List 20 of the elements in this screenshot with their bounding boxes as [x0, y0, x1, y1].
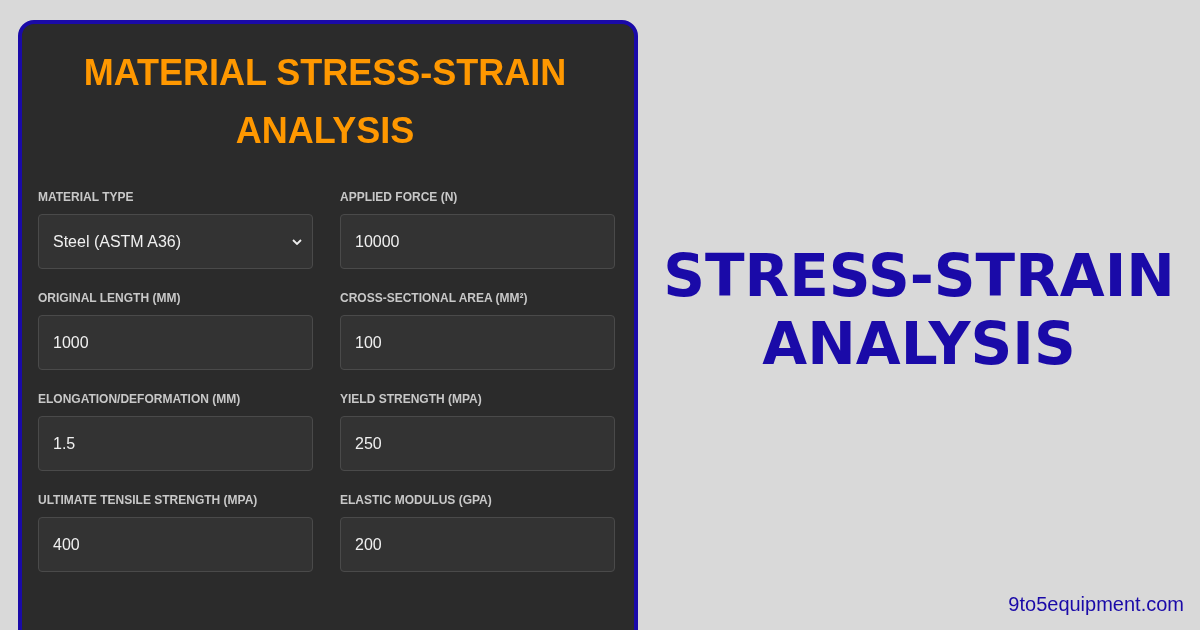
input-field[interactable]: 1.5	[38, 416, 313, 471]
input-field[interactable]: 1000	[38, 315, 313, 370]
input-field[interactable]: 100	[340, 315, 615, 370]
field-label: CROSS-SECTIONAL AREA (MM²)	[340, 291, 529, 305]
field-label: ORIGINAL LENGTH (MM)	[38, 291, 182, 305]
chevron-down-icon	[292, 238, 302, 245]
field-label: ULTIMATE TENSILE STRENGTH (MPA)	[38, 493, 259, 507]
field-label: MATERIAL TYPE	[38, 190, 135, 204]
field-label: ELASTIC MODULUS (GPA)	[340, 493, 493, 507]
field-label: ELONGATION/DEFORMATION (MM)	[38, 392, 242, 406]
input-field[interactable]: 250	[340, 416, 615, 471]
banner-heading: STRESS-STRAIN ANALYSIS	[662, 242, 1176, 378]
field-label: YIELD STRENGTH (MPA)	[340, 392, 483, 406]
website-link[interactable]: 9to5equipment.com	[1008, 593, 1184, 616]
field-label: APPLIED FORCE (N)	[340, 190, 459, 204]
material-select[interactable]: Steel (ASTM A36)	[38, 214, 313, 269]
input-field[interactable]: 10000	[340, 214, 615, 269]
calculator-title: MATERIAL STRESS-STRAIN ANALYSIS	[82, 51, 568, 153]
input-field[interactable]: 400	[38, 517, 313, 572]
input-field[interactable]: 200	[340, 517, 615, 572]
